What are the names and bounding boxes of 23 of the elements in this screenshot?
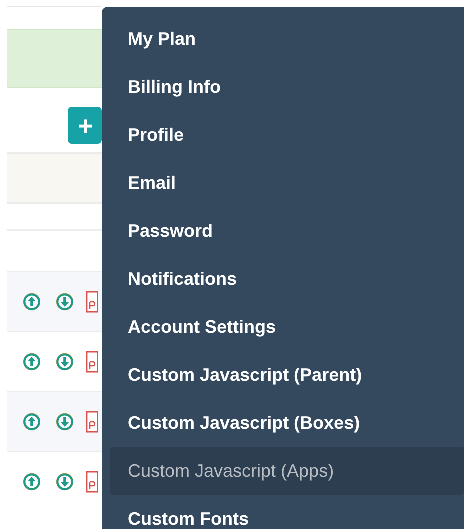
arrow-up-circle-icon[interactable] bbox=[22, 292, 42, 312]
arrow-down-circle-icon[interactable] bbox=[55, 412, 75, 432]
arrow-up-circle-icon[interactable] bbox=[22, 412, 42, 432]
pdf-file-icon[interactable] bbox=[86, 410, 98, 432]
menu-item[interactable]: Custom Javascript (Parent) bbox=[110, 351, 464, 399]
menu-item[interactable]: Notifications bbox=[110, 255, 464, 303]
arrow-down-circle-icon[interactable] bbox=[55, 352, 75, 372]
menu-item[interactable]: My Plan bbox=[110, 15, 464, 63]
pdf-file-icon[interactable] bbox=[86, 290, 98, 312]
pdf-file-icon[interactable] bbox=[86, 470, 98, 492]
arrow-down-circle-icon[interactable] bbox=[55, 292, 75, 312]
menu-item[interactable]: Email bbox=[110, 159, 464, 207]
menu-item[interactable]: Account Settings bbox=[110, 303, 464, 351]
arrow-down-circle-icon[interactable] bbox=[55, 472, 75, 492]
menu-item[interactable]: Profile bbox=[110, 111, 464, 159]
pdf-file-icon[interactable] bbox=[86, 350, 98, 372]
menu-item[interactable]: Custom Javascript (Boxes) bbox=[110, 399, 464, 447]
menu-item[interactable]: Password bbox=[110, 207, 464, 255]
menu-item[interactable]: Custom Javascript (Apps) bbox=[110, 447, 464, 495]
arrow-up-circle-icon[interactable] bbox=[22, 352, 42, 372]
menu-item[interactable]: Billing Info bbox=[110, 63, 464, 111]
arrow-up-circle-icon[interactable] bbox=[22, 472, 42, 492]
menu-item[interactable]: Custom Fonts bbox=[110, 495, 464, 529]
